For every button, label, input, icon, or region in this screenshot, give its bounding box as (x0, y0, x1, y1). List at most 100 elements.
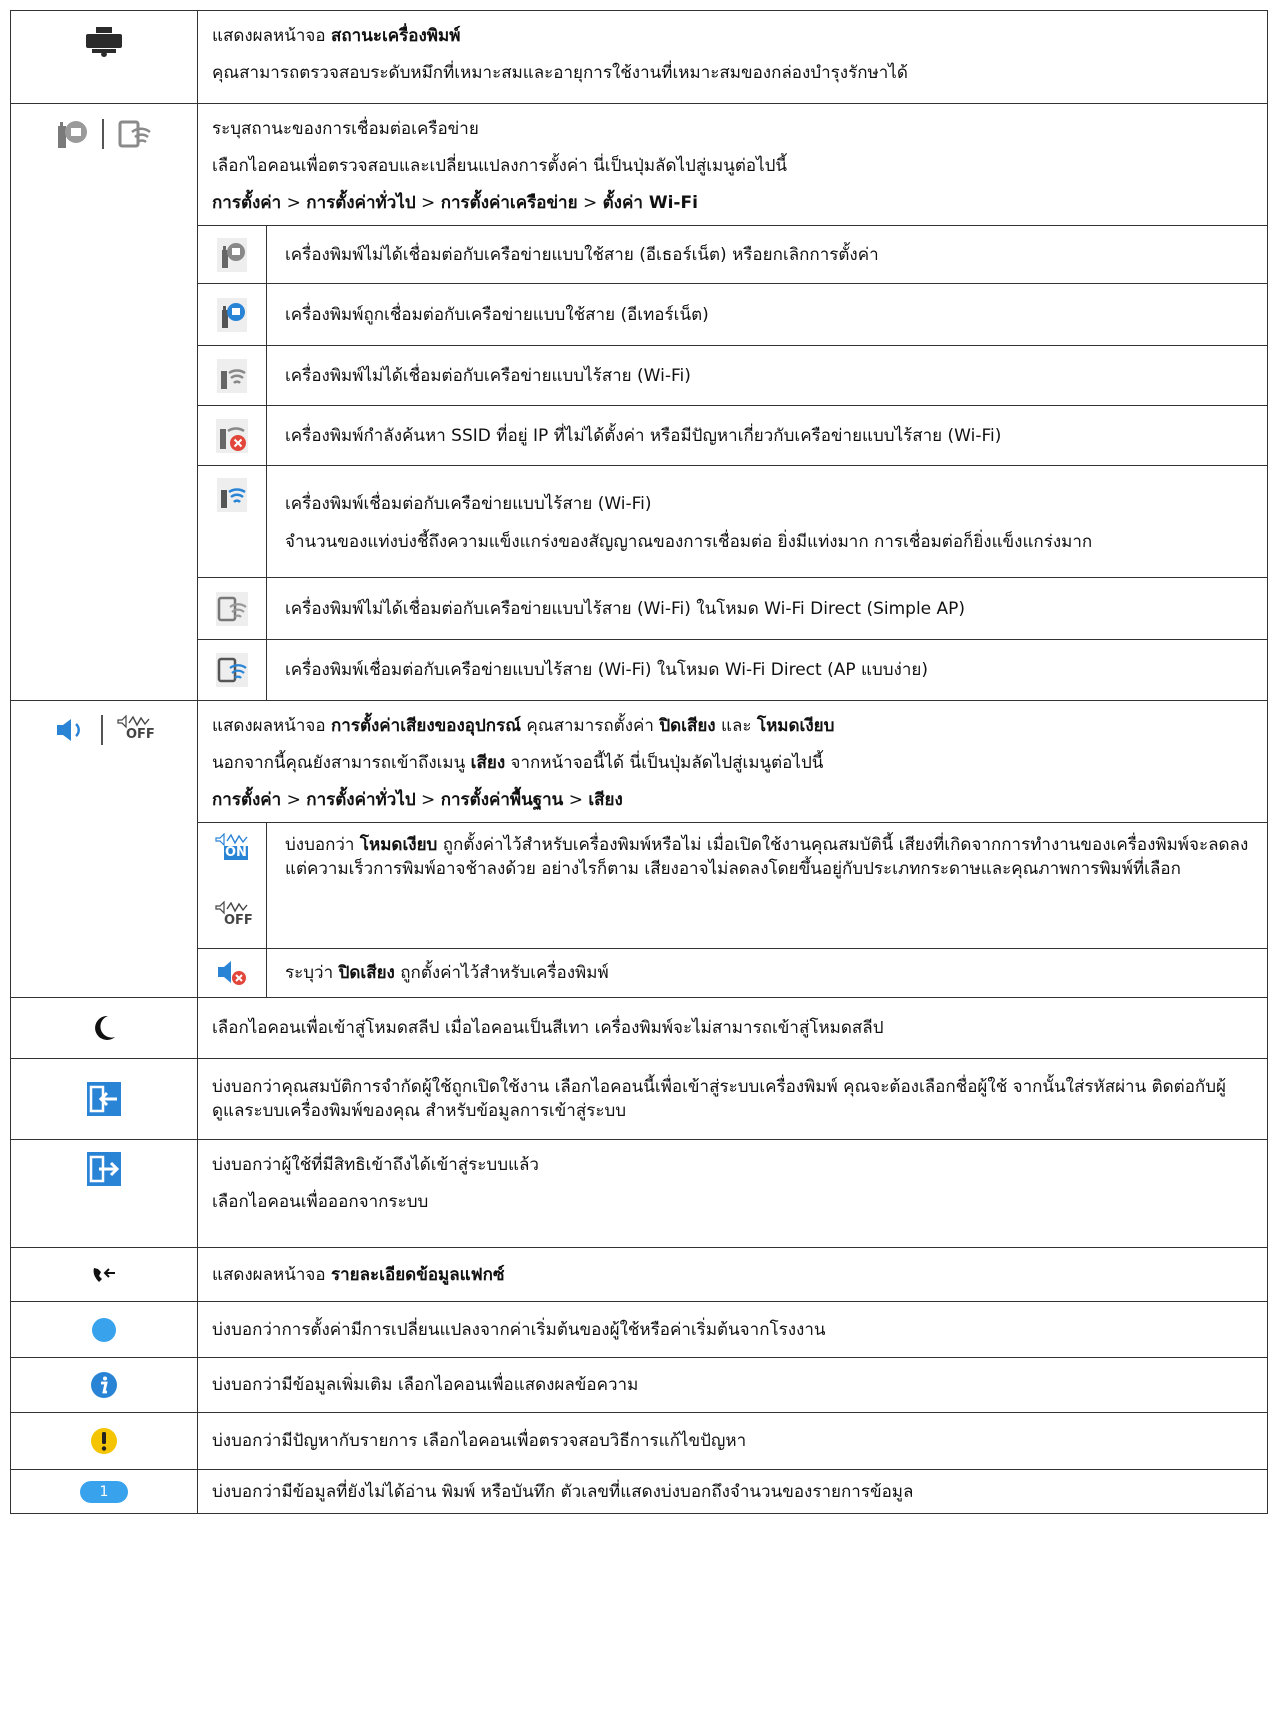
network-sub-text: เครื่องพิมพ์กำลังค้นหา SSID ที่อยู่ IP ท… (266, 405, 1267, 466)
sound-line-1: แสดงผลหน้าจอ การตั้งค่าเสียงของอุปกรณ์ ค… (212, 714, 1267, 738)
status-line-1: แสดงผลหน้าจอ สถานะเครื่องพิมพ์ (212, 24, 1267, 48)
separator (101, 714, 103, 745)
icon-cell (10, 1247, 198, 1302)
text-cell: บ่งบอกว่ามีข้อมูลที่ยังไม่ได้อ่าน พิมพ์ … (197, 1469, 1268, 1514)
row-logout: บ่งบอกว่าผู้ใช้ที่มีสิทธิเข้าถึงได้เข้าส… (10, 1139, 1268, 1248)
changed-text: บ่งบอกว่าการตั้งค่ามีการเปลี่ยนแปลงจากค่… (212, 1319, 826, 1340)
row-sleep: เลือกไอคอนเพื่อเข้าสู่โหมดสลีป เมื่อไอคอ… (10, 997, 1268, 1059)
icon-cell (10, 10, 198, 104)
network-sub-text: เครื่องพิมพ์เชื่อมต่อกับเครือข่ายแบบไร้ส… (285, 493, 652, 514)
logout-icon (87, 1152, 121, 1186)
row-warning: บ่งบอกว่ามีปัญหากับรายการ เลือกไอคอนเพื่… (10, 1412, 1268, 1470)
status-screen-name: สถานะเครื่องพิมพ์ (331, 26, 461, 46)
network-sub-text: เครื่องพิมพ์ไม่ได้เชื่อมต่อกับเครือข่ายแ… (266, 345, 1267, 406)
row-login: บ่งบอกว่าคุณสมบัติการจำกัดผู้ใช้ถูกเปิดใ… (10, 1058, 1268, 1140)
quiet-on-label: ON (224, 844, 248, 860)
path-separator: > (415, 789, 441, 810)
speaker-icon (57, 718, 80, 741)
network-signal-note: จำนวนของแท่งบ่งชี้ถึงความแข็งแกร่งของสัญ… (285, 531, 1093, 552)
warning-icon (91, 1428, 117, 1454)
row-setting-changed: บ่งบอกว่าการตั้งค่ามีการเปลี่ยนแปลงจากค่… (10, 1301, 1268, 1358)
sub-icon-cell (198, 465, 267, 578)
text-cell: ระบุสถานะของการเชื่อมต่อเครือข่าย เลือกไ… (197, 103, 1268, 701)
sound-text: คุณสามารถตั้งค่า (521, 715, 660, 736)
network-subrow: เครื่องพิมพ์กำลังค้นหา SSID ที่อยู่ IP ท… (198, 405, 1267, 466)
sound-line-2: นอกจากนี้คุณยังสามารถเข้าถึงเมนู เสียง จ… (212, 751, 1267, 775)
login-text: บ่งบอกว่าคุณสมบัติการจำกัดผู้ใช้ถูกเปิดใ… (212, 1077, 1226, 1121)
sound-subrow: ON OFF บ่งบอกว่า โหมดเงียบ ถูกตั้งค่าไว้… (198, 821, 1267, 948)
path-item: เสียง (588, 789, 623, 810)
sub-icon-cell (198, 345, 267, 406)
network-subrow: เครื่องพิมพ์ไม่ได้เชื่อมต่อกับเครือข่ายแ… (198, 577, 1267, 640)
icon-cell (10, 997, 198, 1059)
path-item: การตั้งค่าทั่วไป (306, 789, 416, 810)
text-cell: แสดงผลหน้าจอ การตั้งค่าเสียงของอุปกรณ์ ค… (197, 699, 1268, 998)
row-info: บ่งบอกว่ามีข้อมูลเพิ่มเติม เลือกไอคอนเพื… (10, 1357, 1268, 1413)
status-line-2: คุณสามารถตรวจสอบระดับหมึกที่เหมาะสมและอา… (212, 63, 908, 83)
info-text: บ่งบอกว่ามีข้อมูลเพิ่มเติม เลือกไอคอนเพื… (212, 1375, 639, 1395)
unread-count: 1 (99, 1483, 109, 1500)
network-subrow: เครื่องพิมพ์เชื่อมต่อกับเครือข่ายแบบไร้ส… (198, 465, 1267, 578)
sound-menu-path: การตั้งค่า > การตั้งค่าทั่วไป > การตั้งค… (212, 788, 1267, 812)
fax-icon (93, 1267, 115, 1282)
network-sub-text: เครื่องพิมพ์ถูกเชื่อมต่อกับเครือข่ายแบบใ… (266, 283, 1267, 346)
network-line-1: ระบุสถานะของการเชื่อมต่อเครือข่าย (212, 119, 479, 139)
path-item: การตั้งค่า (212, 789, 282, 810)
fax-prefix: แสดงผลหน้าจอ (212, 1264, 331, 1285)
network-sub-text: เครื่องพิมพ์ไม่ได้เชื่อมต่อกับเครือข่ายแ… (266, 225, 1267, 284)
separator (102, 119, 104, 149)
text-cell: เลือกไอคอนเพื่อเข้าสู่โหมดสลีป เมื่อไอคอ… (197, 997, 1268, 1059)
row-sound: OFF แสดงผลหน้าจอ การตั้งค่าเสียงของอุปกร… (10, 699, 1268, 998)
network-sub-text: เครื่องพิมพ์เชื่อมต่อกับเครือข่ายแบบไร้ส… (266, 639, 1267, 700)
ethernet-disconnected-icon (217, 237, 247, 272)
quiet-off-label: OFF (126, 726, 155, 742)
ethernet-connected-icon (217, 297, 247, 332)
wifi-direct-connected-icon (216, 652, 248, 687)
row-network: ระบุสถานะของการเชื่อมต่อเครือข่าย เลือกไ… (10, 103, 1268, 701)
sound-text: แสดงผลหน้าจอ (212, 715, 331, 736)
text-cell: บ่งบอกว่ามีข้อมูลเพิ่มเติม เลือกไอคอนเพื… (197, 1357, 1268, 1413)
info-icon (91, 1372, 117, 1398)
wifi-error-icon (216, 418, 248, 453)
network-subrow: เครื่องพิมพ์ไม่ได้เชื่อมต่อกับเครือข่ายแ… (198, 345, 1267, 406)
sub-icon-cell (198, 577, 267, 640)
mute-icon (218, 960, 246, 985)
fax-screen-name: รายละเอียดข้อมูลแฟกซ์ (331, 1264, 505, 1285)
network-line-2: เลือกไอคอนเพื่อตรวจสอบและเปลี่ยนแปลงการต… (212, 156, 788, 176)
login-icon (87, 1082, 121, 1116)
text-cell: บ่งบอกว่าคุณสมบัติการจำกัดผู้ใช้ถูกเปิดใ… (197, 1058, 1268, 1140)
path-separator: > (577, 193, 603, 213)
unread-text: บ่งบอกว่ามีข้อมูลที่ยังไม่ได้อ่าน พิมพ์ … (212, 1481, 914, 1502)
printer-icon (86, 27, 122, 57)
sound-text: บ่งบอกว่า (285, 834, 360, 855)
quiet-off-label: OFF (224, 912, 253, 928)
sub-icon-cell (198, 405, 267, 466)
sound-text: จากหน้าจอนี้ได้ นี่เป็นปุ่มลัดไปสู่เมนูต… (505, 752, 824, 773)
path-item: การตั้งค่าพื้นฐาน (440, 789, 564, 810)
text-cell: บ่งบอกว่าการตั้งค่ามีการเปลี่ยนแปลงจากค่… (197, 1301, 1268, 1358)
warning-text: บ่งบอกว่ามีปัญหากับรายการ เลือกไอคอนเพื่… (212, 1431, 747, 1451)
quiet-mode-description: บ่งบอกว่า โหมดเงียบ ถูกตั้งค่าไว้สำหรับเ… (266, 821, 1267, 948)
text-cell: บ่งบอกว่ามีปัญหากับรายการ เลือกไอคอนเพื่… (197, 1412, 1268, 1470)
path-item: ตั้งค่า Wi-Fi (602, 193, 698, 213)
sound-subtable: ON OFF บ่งบอกว่า โหมดเงียบ ถูกตั้งค่าไว้… (198, 821, 1267, 997)
icon-cell: OFF (10, 699, 198, 998)
path-separator: > (563, 789, 589, 810)
sound-text: ถูกตั้งค่าไว้สำหรับเครื่องพิมพ์ (394, 962, 609, 983)
network-subrow: เครื่องพิมพ์ถูกเชื่อมต่อกับเครือข่ายแบบใ… (198, 283, 1267, 346)
sound-text: นอกจากนี้คุณยังสามารถเข้าถึงเมนู (212, 752, 471, 773)
sub-icon-cell (198, 639, 267, 700)
path-separator: > (281, 193, 307, 213)
sound-text: ระบุว่า (285, 962, 339, 983)
icon-cell (10, 103, 198, 701)
wifi-disconnected-icon (217, 358, 247, 393)
network-subtable: เครื่องพิมพ์ไม่ได้เชื่อมต่อกับเครือข่ายแ… (198, 225, 1267, 700)
text-cell: บ่งบอกว่าผู้ใช้ที่มีสิทธิเข้าถึงได้เข้าส… (197, 1139, 1268, 1248)
quiet-mode-off-icon: OFF (215, 900, 253, 931)
row-unread: 1 บ่งบอกว่ามีข้อมูลที่ยังไม่ได้อ่าน พิมพ… (10, 1469, 1268, 1514)
status-prefix: แสดงผลหน้าจอ (212, 26, 331, 46)
sound-menu-term: เสียง (470, 752, 506, 773)
row-printer-status: แสดงผลหน้าจอ สถานะเครื่องพิมพ์ คุณสามารถ… (10, 10, 1268, 104)
wifi-direct-icon (118, 120, 151, 148)
sub-icon-cell (198, 947, 267, 997)
